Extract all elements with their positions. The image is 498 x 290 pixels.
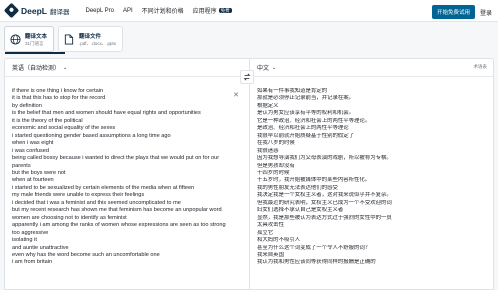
- source-language-label: 英语（自动检测）: [12, 66, 61, 72]
- nav-apps-label: 应用程序: [192, 9, 217, 15]
- source-text-line: it is the theory of the political: [12, 117, 83, 124]
- chevron-down-icon: ⌄: [272, 64, 277, 71]
- logo-subtitle: 翻译器: [49, 8, 70, 16]
- tab-translate-files-sub: .pdf、.docx、.pptx: [79, 40, 117, 46]
- document-icon: [63, 33, 75, 45]
- deepl-logo[interactable]: DeepL 翻译器: [3, 2, 70, 19]
- target-text-line: 但是男孩却没有: [257, 162, 295, 169]
- source-text-line: is the belief that men and women should …: [12, 110, 201, 117]
- source-text-line: it is that this has to stop for the reco…: [12, 95, 106, 102]
- source-panel: 英语（自动检测） ⌄ ✕ if there is one thing i know…: [4, 58, 249, 290]
- login-link[interactable]: 登录: [480, 8, 492, 17]
- target-text-line: 它是一种政治、经济和社会上的两性平等理论。: [257, 117, 371, 124]
- swap-languages-button[interactable]: [240, 70, 254, 84]
- target-text-line: 太具攻击性: [257, 222, 284, 229]
- start-free-trial-button[interactable]: 开始免费试用: [431, 5, 475, 19]
- nav-plans-pricing[interactable]: 不同计划和价格: [142, 6, 184, 15]
- target-text-line: 如果有一件事我知道是肯定的: [257, 88, 328, 94]
- target-text-area[interactable]: 如果有一件事我知道是肯定的 那就是必须停止记录前当，并记录在案。 根据定义 是认为男女…: [257, 88, 485, 289]
- source-language-select[interactable]: 英语（自动检测） ⌄: [12, 63, 68, 73]
- source-text-line: even why has the word become such an unc…: [12, 251, 160, 258]
- target-text-line: 因为我想导演我们为父母表演的戏剧，所以被称为专横。: [257, 155, 392, 162]
- tab-translate-text-title: 翻译文本: [25, 33, 48, 40]
- source-text-line: i am from britain: [12, 259, 53, 266]
- nav-apps[interactable]: 应用程序 免费: [193, 6, 232, 15]
- target-text-line: 显然，我是那些被认为表达方式过于强烈的女性中的一员: [257, 214, 392, 221]
- target-text-line: 但我最近的研究表明，女权主义已成为一个不受欢迎的词: [257, 199, 392, 206]
- target-text-line: 我决定我是一个女权主义者，这对我来说似乎并不复杂。: [257, 192, 392, 199]
- nav-api[interactable]: API: [123, 8, 133, 14]
- target-text-line: 我来自英国: [257, 251, 284, 258]
- source-text-line: if there is one thing i know for certain: [12, 88, 104, 94]
- target-text-line: 我认为我和男性应该同等获得同样的报酬是正确的: [257, 259, 376, 266]
- target-text-line: 我的男性朋友无法表达他们的感受: [257, 184, 338, 191]
- source-text-line: women are choosing not to identify as fe…: [12, 214, 127, 221]
- source-text-area[interactable]: if there is one thing i know for certain…: [12, 88, 241, 289]
- target-text-line: 妇女们选择不承认自己是女权主义者: [257, 207, 344, 214]
- tab-translate-text[interactable]: 翻译文本 31门语言: [4, 26, 65, 54]
- source-text-line: i decided that i was a feminist and this…: [12, 199, 181, 206]
- source-text-line: being called bossy because i wanted to d…: [12, 155, 220, 162]
- source-text-line: and auntie unattractive: [12, 244, 69, 251]
- source-text-line: when i was eight: [12, 140, 54, 147]
- target-text-line: 那就是必须停止记录前当，并记录在案。: [257, 95, 355, 102]
- source-text-line: but my recent research has shown me that…: [12, 207, 222, 214]
- translator-panels: 英语（自动检测） ⌄ ✕ if there is one thing i know…: [4, 58, 494, 290]
- source-text-line: parents: [12, 162, 31, 169]
- source-text-line: when at fourteen: [12, 177, 54, 184]
- globe-icon: [9, 33, 21, 45]
- target-text-line: 十五岁时，我开始被媒体中的某些内容所性化。: [257, 177, 371, 184]
- logo-text: DeepL: [21, 5, 47, 16]
- deepl-logo-icon: [3, 2, 20, 19]
- chevron-down-icon: ⌄: [63, 64, 68, 71]
- tab-translate-text-sub: 31门语言: [25, 40, 44, 46]
- mode-tabs: 翻译文本 31门语言 翻译文件 .pdf、.docx、.pptx: [4, 26, 124, 54]
- source-text-line: but the boys were not: [12, 169, 66, 176]
- target-text-line: 在我八岁的时候: [257, 140, 295, 147]
- source-text-line: by definition: [12, 102, 42, 109]
- source-text-line: too aggressive: [12, 229, 49, 236]
- source-text-line: apparently i am among the ranks of women…: [12, 222, 226, 229]
- target-language-select[interactable]: 中文 ⌄: [257, 63, 277, 73]
- active-tab-indicator: [5, 52, 65, 54]
- nav-deepl-pro[interactable]: DeepL Pro: [85, 8, 113, 14]
- target-language-label: 中文: [257, 66, 270, 72]
- target-text-line: 和大妈的不吸引人: [257, 237, 301, 244]
- source-text-line: economic and social equality of the sexe…: [12, 125, 116, 132]
- source-text-line: i was confused: [12, 147, 50, 154]
- tab-translate-files[interactable]: 翻译文件 .pdf、.docx、.pptx: [58, 26, 124, 52]
- top-nav: DeepL Pro API 不同计划和价格 应用程序 免费: [85, 6, 232, 15]
- free-badge: 免费: [218, 8, 232, 14]
- target-text-line: 是政治、经济和社会上的两性平等理论: [257, 125, 349, 132]
- tab-translate-files-title: 翻译文件: [79, 33, 102, 40]
- target-panel: 中文 ⌄ 术语表 如果有一件事我知道是肯定的 那就是必须停止记录前当，并记录在案。根…: [249, 58, 494, 290]
- top-header: DeepL 翻译器 DeepL Pro API 不同计划和价格 应用程序 免费 开…: [0, 0, 498, 22]
- target-text-line: 根据定义: [257, 102, 279, 109]
- glossary-link[interactable]: 术语表: [474, 64, 488, 70]
- source-text-line: isolating it: [12, 237, 37, 244]
- source-text-line: i started to be sexualized by certain el…: [12, 184, 195, 191]
- target-text-line: 孤立它: [257, 229, 274, 236]
- source-text-line: i started questioning gender based assum…: [12, 132, 171, 139]
- target-text-line: 我很迷惑: [257, 147, 279, 154]
- target-text-line: 是认为男女应该享有平等的权利和机会。: [257, 110, 355, 117]
- target-text-line: 我很早以前就开始质疑基于性别的假定了: [257, 132, 355, 139]
- swap-icon: [243, 73, 251, 81]
- target-text-line: 甚至为什么这个词变成了一个令人不舒服的词？: [257, 244, 371, 251]
- target-text-line: 十四岁的时候: [257, 169, 290, 176]
- source-text-line: my male friends were unable to express t…: [12, 192, 145, 199]
